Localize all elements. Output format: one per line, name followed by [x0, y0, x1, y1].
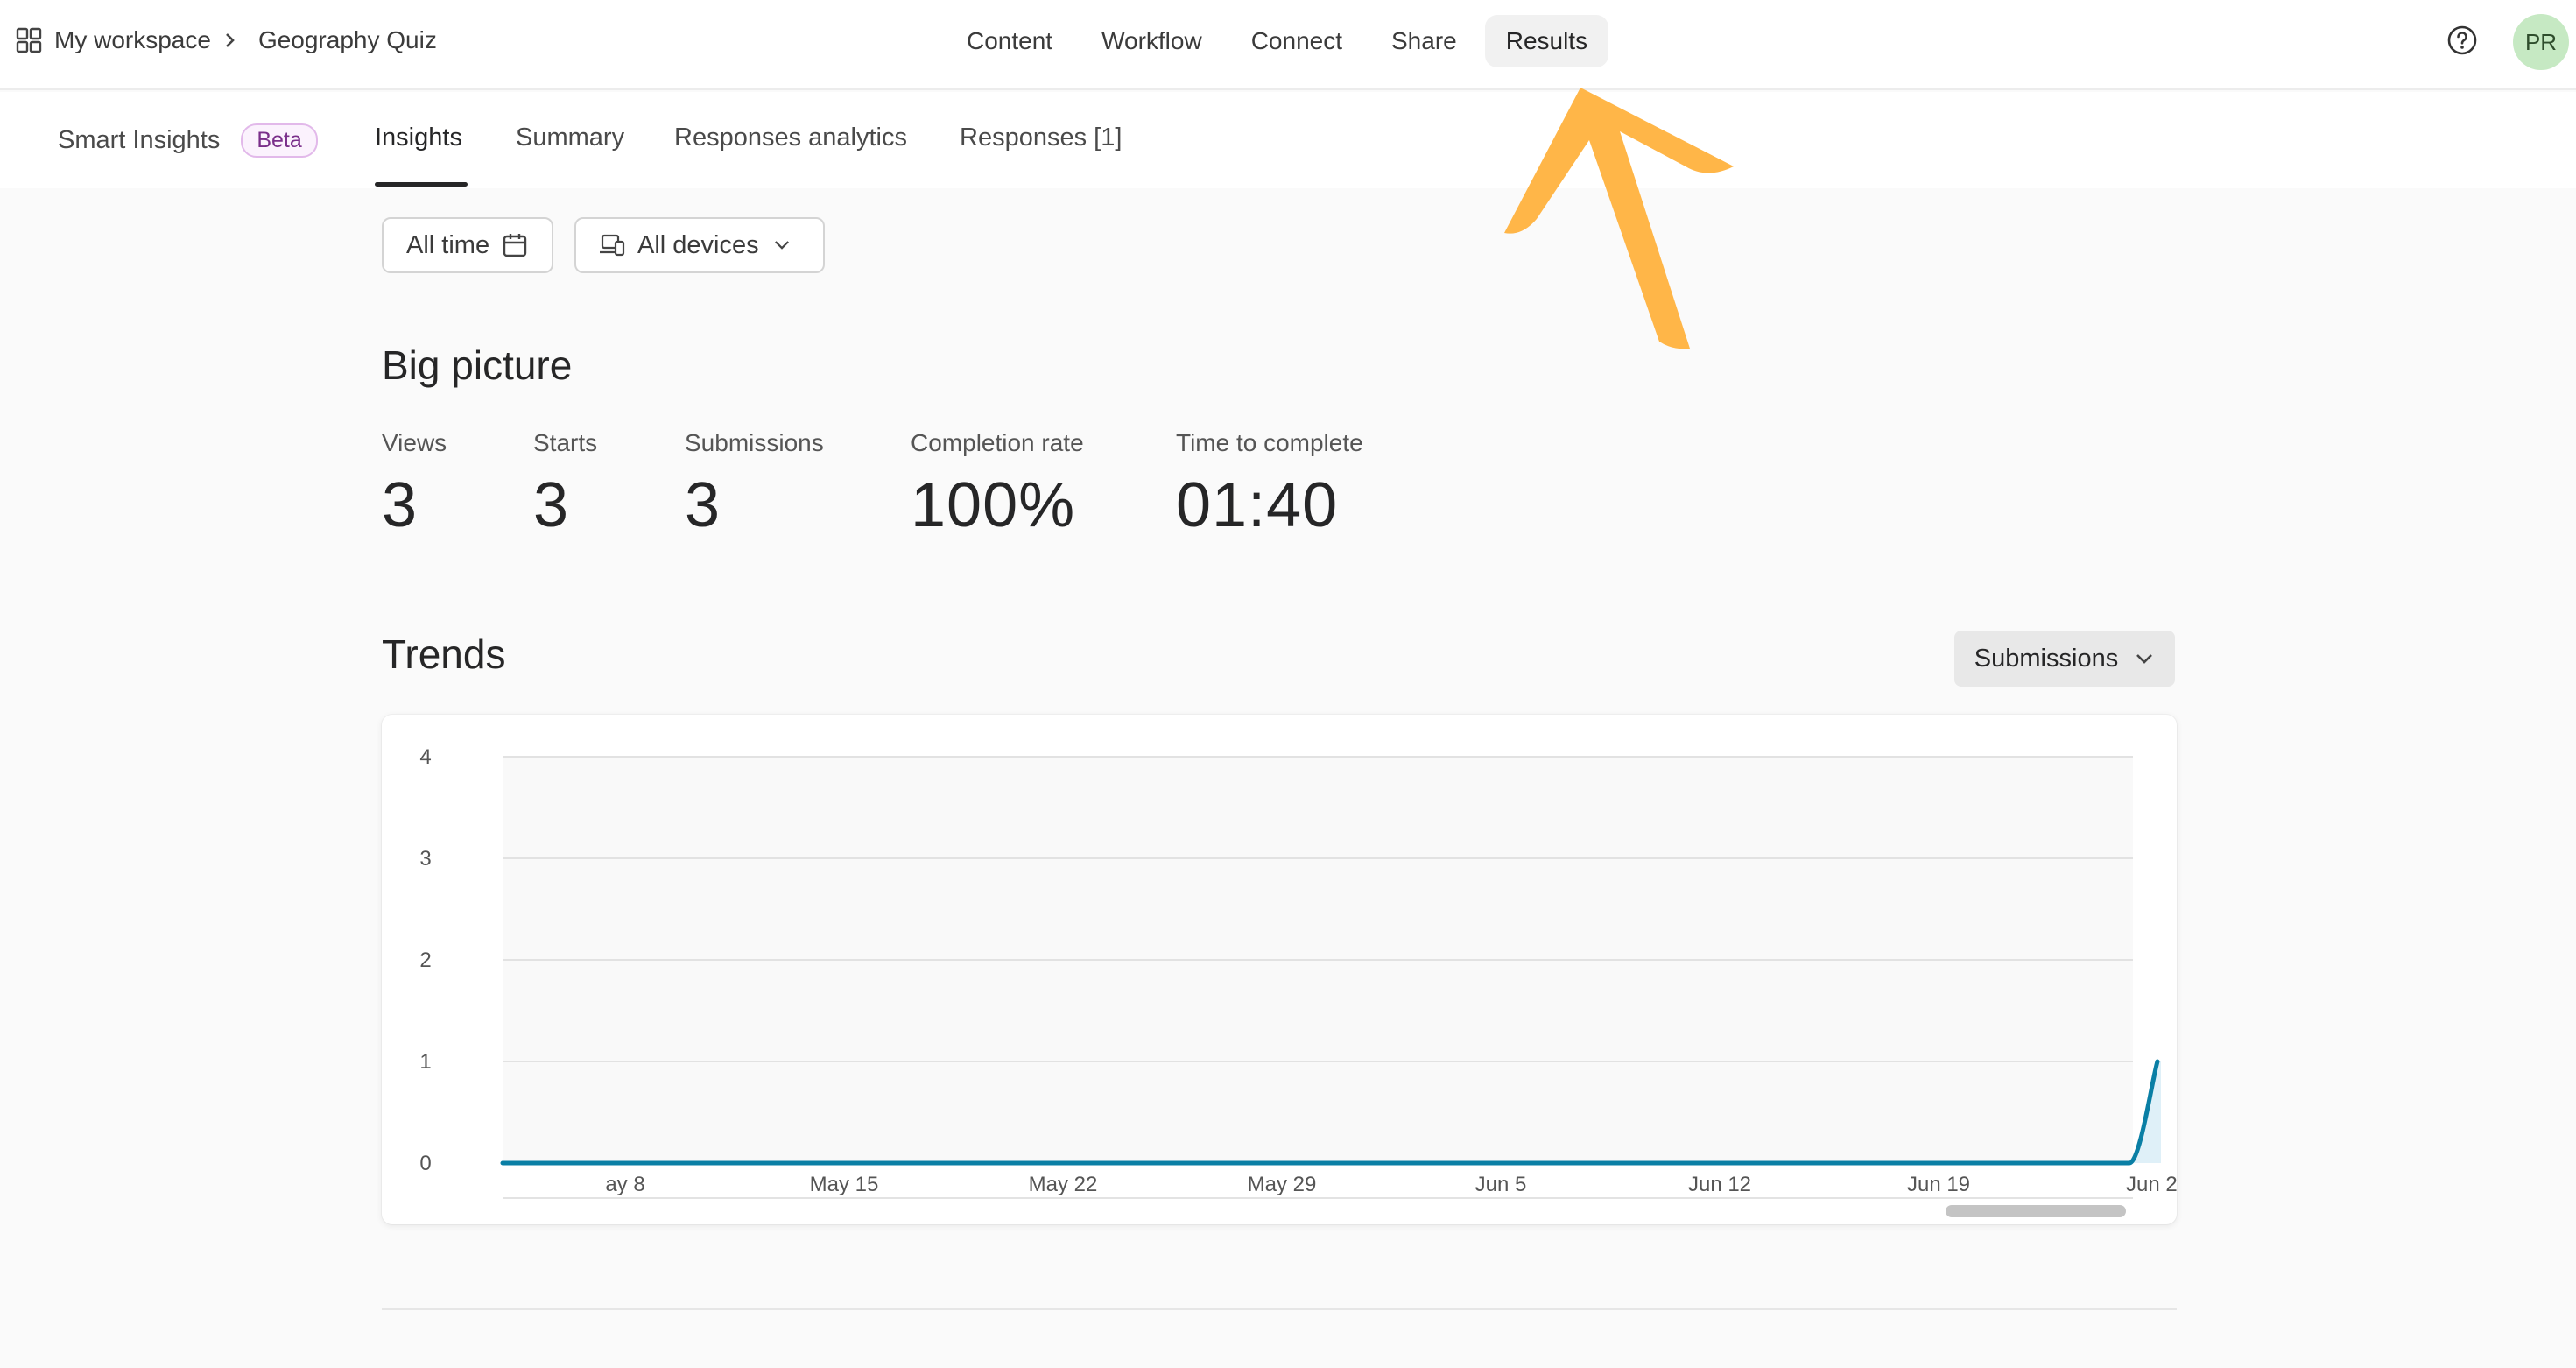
tab-responses-analytics[interactable]: Responses analytics	[674, 123, 907, 152]
metric-views: Views 3	[382, 429, 447, 541]
x-tick-label: Jun 26	[2126, 1173, 2177, 1196]
user-avatar[interactable]: PR	[2513, 14, 2569, 70]
metric-value: 100%	[911, 470, 1076, 540]
metric-time-to-complete: Time to complete 01:40	[1176, 429, 1363, 541]
nav-results[interactable]: Results	[1484, 15, 1609, 67]
big-picture-title: Big picture	[382, 342, 573, 388]
tab-smart-insights[interactable]: Smart Insights Beta	[58, 123, 318, 158]
y-tick-label: 0	[419, 1152, 431, 1175]
y-tick-label: 3	[419, 847, 431, 871]
breadcrumb: My workspace Geography Quiz	[16, 21, 437, 60]
x-tick-label: Jun 12	[1688, 1173, 1751, 1196]
x-tick-label: ay 8	[605, 1173, 644, 1196]
beta-badge: Beta	[241, 123, 318, 158]
tab-summary[interactable]: Summary	[516, 123, 624, 152]
trend-metric-select[interactable]: Submissions	[1954, 631, 2175, 687]
metric-label: Views	[382, 429, 447, 456]
tab-smart-insights-label: Smart Insights	[58, 126, 221, 154]
metric-submissions: Submissions 3	[685, 429, 824, 541]
results-subtabs: Smart Insights Beta Insights Summary Res…	[0, 92, 2576, 188]
metric-value: 3	[382, 470, 419, 540]
nav-connect[interactable]: Connect	[1230, 15, 1363, 67]
x-tick-label: May 15	[810, 1173, 879, 1196]
tab-responses[interactable]: Responses [1]	[960, 123, 1122, 152]
chevron-down-icon	[774, 241, 789, 250]
date-range-label: All time	[406, 230, 490, 259]
tab-insights[interactable]: Insights	[375, 123, 462, 152]
metric-value: 01:40	[1176, 470, 1339, 540]
trends-chart-card: 0 1 2 3 4 ay 8 May 15 May 22 May 29 Jun 5 Jun 12 J…	[382, 715, 2177, 1224]
x-tick-label: Jun 19	[1907, 1173, 1970, 1196]
y-tick-label: 1	[419, 1050, 431, 1074]
section-divider	[382, 1308, 2177, 1310]
y-tick-label: 4	[419, 745, 431, 769]
metric-label: Time to complete	[1176, 429, 1363, 456]
x-tick-label: May 22	[1029, 1173, 1098, 1196]
calendar-icon	[503, 234, 527, 257]
chevron-right-icon	[226, 33, 235, 47]
date-range-filter[interactable]: All time	[382, 217, 553, 273]
y-tick-label: 2	[419, 948, 431, 972]
metric-value: 3	[685, 470, 721, 540]
top-bar: My workspace Geography Quiz Content Work…	[0, 0, 2576, 90]
chevron-down-icon	[2136, 654, 2153, 664]
trends-title: Trends	[382, 631, 506, 677]
device-filter[interactable]: All devices	[574, 217, 825, 273]
breadcrumb-form-title[interactable]: Geography Quiz	[258, 26, 437, 54]
breadcrumb-workspace[interactable]: My workspace	[54, 26, 211, 54]
apps-grid-icon[interactable]	[16, 27, 42, 53]
x-tick-label: May 29	[1248, 1173, 1317, 1196]
metric-completion-rate: Completion rate 100%	[911, 429, 1084, 541]
device-filter-label: All devices	[637, 230, 759, 259]
nav-share[interactable]: Share	[1370, 15, 1478, 67]
metric-starts: Starts 3	[533, 429, 597, 541]
x-tick-label: Jun 5	[1475, 1173, 1527, 1196]
trend-metric-label: Submissions	[1974, 644, 2119, 673]
trends-line-chart: 0 1 2 3 4 ay 8 May 15 May 22 May 29 Jun 5 Jun 12 J…	[419, 745, 2177, 1217]
active-tab-indicator	[375, 182, 468, 187]
chart-scrollbar-thumb[interactable]	[1946, 1205, 2126, 1217]
help-icon[interactable]	[2446, 25, 2478, 56]
metric-label: Submissions	[685, 429, 824, 456]
devices-icon	[600, 234, 625, 257]
metric-label: Completion rate	[911, 429, 1084, 456]
nav-content[interactable]: Content	[946, 15, 1073, 67]
metric-value: 3	[533, 470, 570, 540]
top-navigation: Content Workflow Connect Share Results	[946, 15, 1609, 67]
metric-label: Starts	[533, 429, 598, 456]
nav-workflow[interactable]: Workflow	[1080, 15, 1223, 67]
annotation-arrow-icon	[1504, 88, 1734, 349]
